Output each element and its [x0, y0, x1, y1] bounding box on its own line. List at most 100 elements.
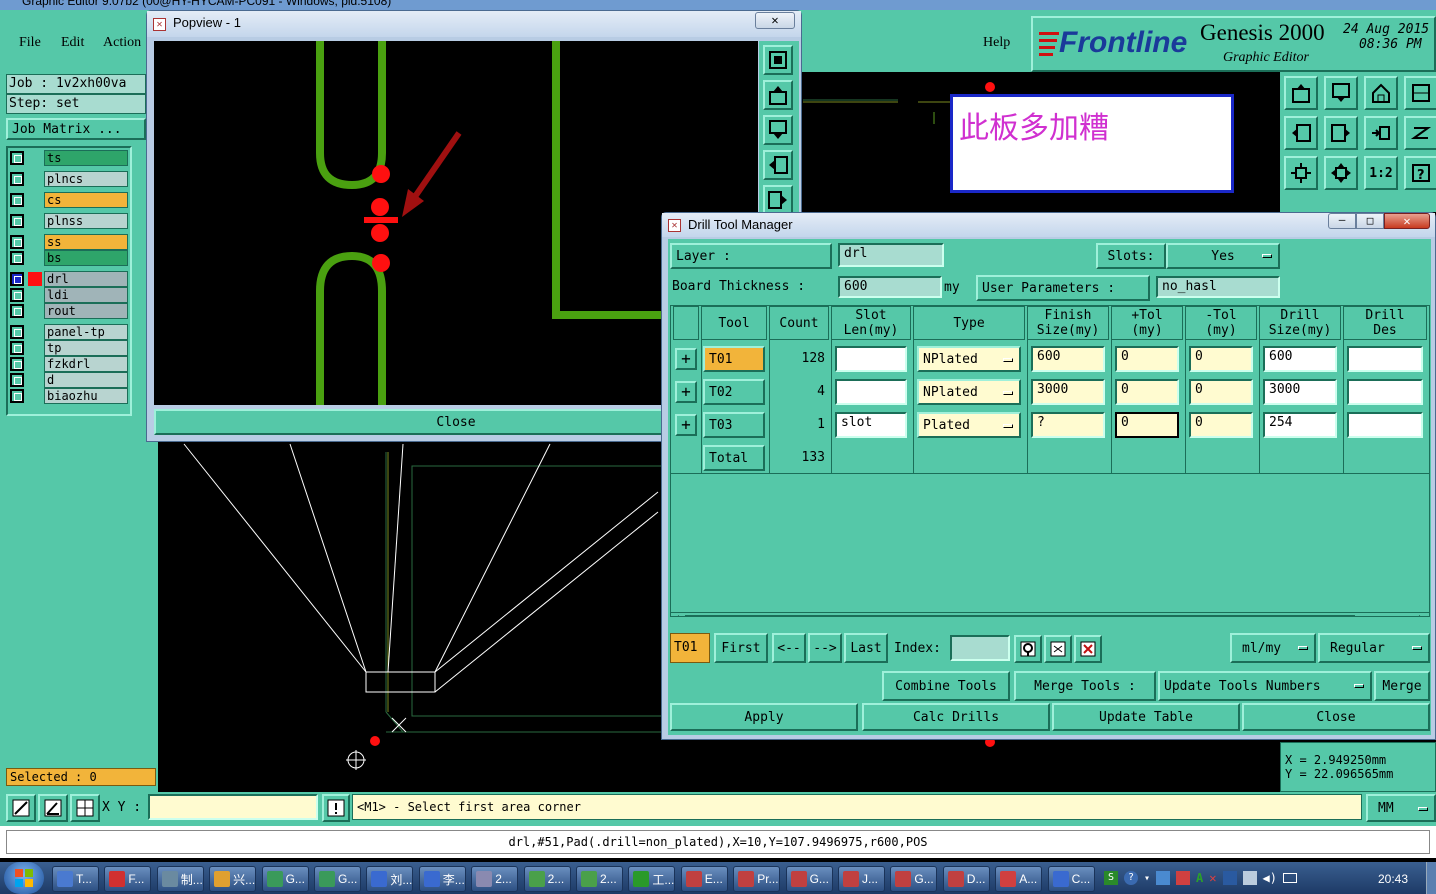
xy-input[interactable] — [148, 794, 318, 820]
taskbar-item[interactable]: G... — [314, 866, 361, 892]
redraw-icon[interactable] — [1404, 116, 1436, 150]
layer-checkbox[interactable] — [10, 357, 24, 371]
job-matrix-button[interactable]: Job Matrix ... — [6, 118, 146, 140]
layer-row-plnss[interactable]: plnss — [10, 213, 128, 229]
tray-app-icon[interactable] — [1156, 871, 1171, 885]
combine-tools-button[interactable]: Combine Tools — [882, 671, 1010, 701]
layer-row-drl[interactable]: drl — [10, 271, 128, 287]
type-select[interactable]: NPlated — [917, 346, 1021, 372]
tool-cell[interactable]: T03 — [703, 412, 765, 438]
scroll-thumb[interactable] — [685, 615, 1355, 616]
units-select[interactable]: ml/my — [1230, 633, 1316, 663]
layer-checkbox[interactable] — [10, 193, 24, 207]
taskbar-item[interactable]: 2... — [576, 866, 623, 892]
layer-row-ss[interactable]: ss — [10, 234, 128, 250]
ntol-input[interactable]: 0 — [1189, 412, 1253, 438]
start-button[interactable] — [4, 862, 44, 894]
popview-up-icon[interactable] — [763, 80, 793, 110]
layer-row-rout[interactable]: rout — [10, 303, 128, 319]
merge-button[interactable]: Merge — [1374, 671, 1430, 701]
popview-close-x-button[interactable]: ✕ — [755, 12, 795, 29]
pan-icon[interactable] — [1324, 156, 1358, 190]
table-hscroll[interactable]: ◁ ▷ — [671, 612, 1429, 616]
units-mm-select[interactable]: MM — [1366, 794, 1436, 822]
taskbar-item[interactable]: 刘... — [366, 866, 414, 892]
next-button[interactable]: --> — [808, 633, 842, 663]
zoom-extent-icon[interactable] — [1284, 156, 1318, 190]
des-input[interactable] — [1347, 379, 1423, 405]
taskbar-item[interactable]: 李... — [418, 866, 466, 892]
dtm-minimize-button[interactable]: — — [1328, 213, 1356, 229]
taskbar-item[interactable]: 2... — [523, 866, 571, 892]
find-icon[interactable] — [1014, 635, 1042, 663]
view-right-icon[interactable] — [1324, 116, 1358, 150]
layer-checkbox[interactable] — [10, 389, 24, 403]
scroll-left-icon[interactable]: ◁ — [673, 613, 679, 616]
taskbar-item[interactable]: C... — [1047, 866, 1095, 892]
tool-cell[interactable]: T02 — [703, 379, 765, 405]
taskbar-item[interactable]: 兴... — [209, 866, 257, 892]
layer-row-fzkdrl[interactable]: fzkdrl — [10, 356, 128, 372]
slot-len-input[interactable] — [835, 346, 907, 372]
apply-button[interactable]: Apply — [670, 703, 858, 731]
drill-input[interactable]: 254 — [1263, 412, 1337, 438]
first-button[interactable]: First — [714, 633, 768, 663]
layer-checkbox[interactable] — [10, 272, 24, 286]
tray-volume-icon[interactable]: ◀) — [1263, 871, 1277, 885]
view-down-icon[interactable] — [1324, 76, 1358, 110]
home-icon[interactable] — [1364, 76, 1398, 110]
update-table-button[interactable]: Update Table — [1052, 703, 1240, 731]
view-up-icon[interactable] — [1284, 76, 1318, 110]
tray-s-icon[interactable]: S — [1104, 871, 1118, 885]
tray-battery-icon[interactable] — [1282, 873, 1297, 883]
tray-bluetooth-icon[interactable] — [1222, 871, 1237, 885]
expand-row-button[interactable]: + — [675, 348, 697, 370]
alert-icon[interactable] — [322, 794, 350, 822]
layer-checkbox[interactable] — [10, 251, 24, 265]
tray-flag-icon[interactable] — [1176, 871, 1191, 885]
layer-row-bs[interactable]: bs — [10, 250, 128, 266]
zoom-fit-icon[interactable] — [1364, 116, 1398, 150]
ntol-input[interactable]: 0 — [1189, 346, 1253, 372]
layer-checkbox[interactable] — [10, 288, 24, 302]
des-input[interactable] — [1347, 346, 1423, 372]
layer-checkbox[interactable] — [10, 235, 24, 249]
layer-row-tp[interactable]: tp — [10, 340, 128, 356]
clock[interactable]: 20:43 — [1378, 872, 1408, 886]
taskbar-item[interactable]: 2... — [471, 866, 519, 892]
tray-network-icon[interactable] — [1242, 871, 1257, 885]
layer-checkbox[interactable] — [10, 325, 24, 339]
taskbar-item[interactable]: E... — [680, 866, 728, 892]
view-left-icon[interactable] — [1284, 116, 1318, 150]
layer-checkbox[interactable] — [10, 172, 24, 186]
layer-checkbox[interactable] — [10, 214, 24, 228]
tray-x-icon[interactable]: ✕ — [1209, 871, 1216, 885]
popview-left-icon[interactable] — [763, 150, 793, 180]
calc-drills-button[interactable]: Calc Drills — [862, 703, 1050, 731]
menu-help[interactable]: Help — [983, 35, 1010, 51]
tray-a-icon[interactable]: A — [1196, 871, 1203, 885]
tool-cell[interactable]: T01 — [703, 346, 765, 372]
taskbar-item[interactable]: 工... — [628, 866, 676, 892]
dtm-close-button[interactable]: Close — [1242, 703, 1430, 731]
taskbar-item[interactable]: G... — [785, 866, 833, 892]
finish-input[interactable]: ? — [1031, 412, 1105, 438]
layer-row-biaozhu[interactable]: biaozhu — [10, 388, 128, 404]
menu-file[interactable]: File — [19, 35, 41, 51]
expand-row-button[interactable]: + — [675, 414, 697, 436]
measure-icon[interactable] — [6, 794, 36, 822]
scale-1-2-icon[interactable]: 1:2 — [1364, 156, 1398, 190]
layer-row-plncs[interactable]: plncs — [10, 171, 128, 187]
taskbar-item[interactable]: T... — [52, 866, 99, 892]
taskbar-item[interactable]: 制... — [156, 866, 204, 892]
layer-row-d[interactable]: d — [10, 372, 128, 388]
reset-icon[interactable] — [1044, 635, 1072, 663]
thickness-input[interactable]: 600 — [838, 276, 942, 298]
finish-input[interactable]: 600 — [1031, 346, 1105, 372]
user-params-button[interactable]: User Parameters : — [976, 275, 1150, 301]
grid-icon[interactable] — [70, 794, 100, 822]
popview-right-icon[interactable] — [763, 185, 793, 215]
layer-checkbox[interactable] — [10, 304, 24, 318]
slots-select[interactable]: Yes — [1166, 243, 1280, 269]
prev-button[interactable]: <-- — [772, 633, 806, 663]
